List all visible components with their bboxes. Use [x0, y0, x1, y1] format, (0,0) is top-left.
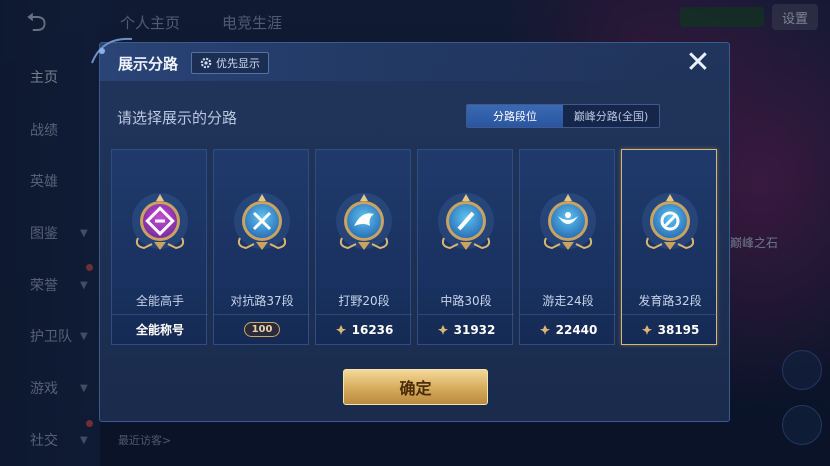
lane-card-footer: 22440	[520, 314, 616, 344]
all-round-icon	[132, 193, 188, 250]
rank-points-icon	[641, 324, 652, 335]
rank-points-icon	[437, 324, 448, 335]
lane-card-footer: 16236	[316, 314, 412, 344]
lane-card[interactable]: 打野20段 16236	[315, 149, 412, 345]
rank-points-value: 22440	[555, 322, 598, 337]
lane-card-label: 打野20段	[338, 294, 390, 308]
clash-lane-icon	[234, 193, 290, 250]
lane-card-label: 游走24段	[542, 294, 594, 308]
lane-cards: 全能高手 全能称号 对抗路37段 100 打野20段 16236 中路30段 31932 游走2…	[111, 149, 721, 345]
lane-card-footer: 全能称号	[112, 314, 208, 344]
lane-card[interactable]: 中路30段 31932	[417, 149, 514, 345]
jungle-icon	[336, 193, 392, 250]
lane-card-label: 中路30段	[440, 294, 492, 308]
close-button[interactable]: ✕	[684, 45, 712, 80]
lane-card-footer: 100	[214, 314, 310, 344]
priority-display-button[interactable]: 优先显示	[191, 52, 269, 74]
priority-display-label: 优先显示	[216, 57, 260, 70]
star-badge-value: 100	[243, 322, 281, 337]
title-label: 全能称号	[135, 323, 184, 337]
lane-display-dialog: 展示分路 优先显示 ✕ 请选择展示的分路 分路段位 巅峰分路(全国) 全能高手全…	[91, 37, 731, 422]
lane-card[interactable]: 对抗路37段 100	[213, 149, 310, 345]
rank-points-value: 31932	[453, 322, 496, 337]
lane-card-label: 全能高手	[135, 294, 184, 308]
rank-points-icon	[335, 324, 346, 335]
dialog-title: 展示分路	[118, 55, 179, 73]
lane-card-label: 对抗路37段	[230, 294, 294, 308]
lane-mode-tabs: 分路段位 巅峰分路(全国)	[466, 104, 660, 128]
confirm-button[interactable]: 确定	[343, 369, 488, 405]
mid-lane-icon	[438, 193, 494, 250]
star-badge: 100	[219, 318, 305, 342]
lane-card-footer: 31932	[418, 314, 514, 344]
roam-icon	[540, 193, 596, 250]
gear-icon	[200, 57, 212, 69]
lane-card[interactable]: 游走24段 22440	[519, 149, 616, 345]
lane-card-label: 发育路32段	[638, 294, 702, 308]
lane-card-footer: 38195	[622, 314, 718, 344]
rank-points-value: 16236	[351, 322, 394, 337]
tab-peak-lane-national[interactable]: 巅峰分路(全国)	[563, 105, 659, 127]
lane-card[interactable]: 发育路32段 38195	[621, 149, 718, 345]
rank-points-value: 38195	[657, 322, 700, 337]
close-icon: ✕	[685, 45, 711, 80]
farm-lane-icon	[642, 193, 698, 250]
lane-card[interactable]: 全能高手 全能称号	[111, 149, 208, 345]
select-lane-prompt: 请选择展示的分路	[117, 109, 238, 127]
tab-lane-rank[interactable]: 分路段位	[467, 105, 563, 127]
rank-points-icon	[539, 324, 550, 335]
